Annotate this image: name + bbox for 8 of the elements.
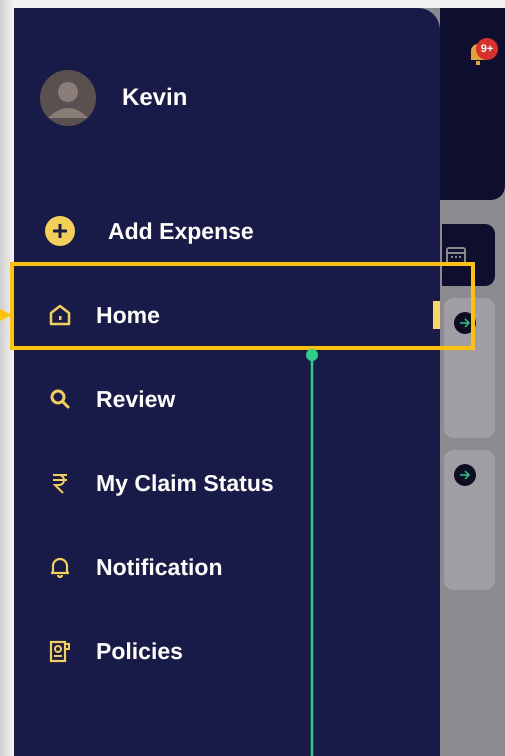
menu-item[interactable]: Review (14, 357, 440, 441)
menu-item[interactable]: Policies (14, 609, 440, 693)
user-name: Kevin (122, 83, 188, 113)
menu-item[interactable]: Home (14, 273, 440, 357)
menu-item[interactable]: Notification (14, 525, 440, 609)
menu-item[interactable]: My Claim Status (14, 441, 440, 525)
notification-count: 9+ (476, 38, 498, 60)
menu-item[interactable]: Add Expense (14, 189, 440, 273)
